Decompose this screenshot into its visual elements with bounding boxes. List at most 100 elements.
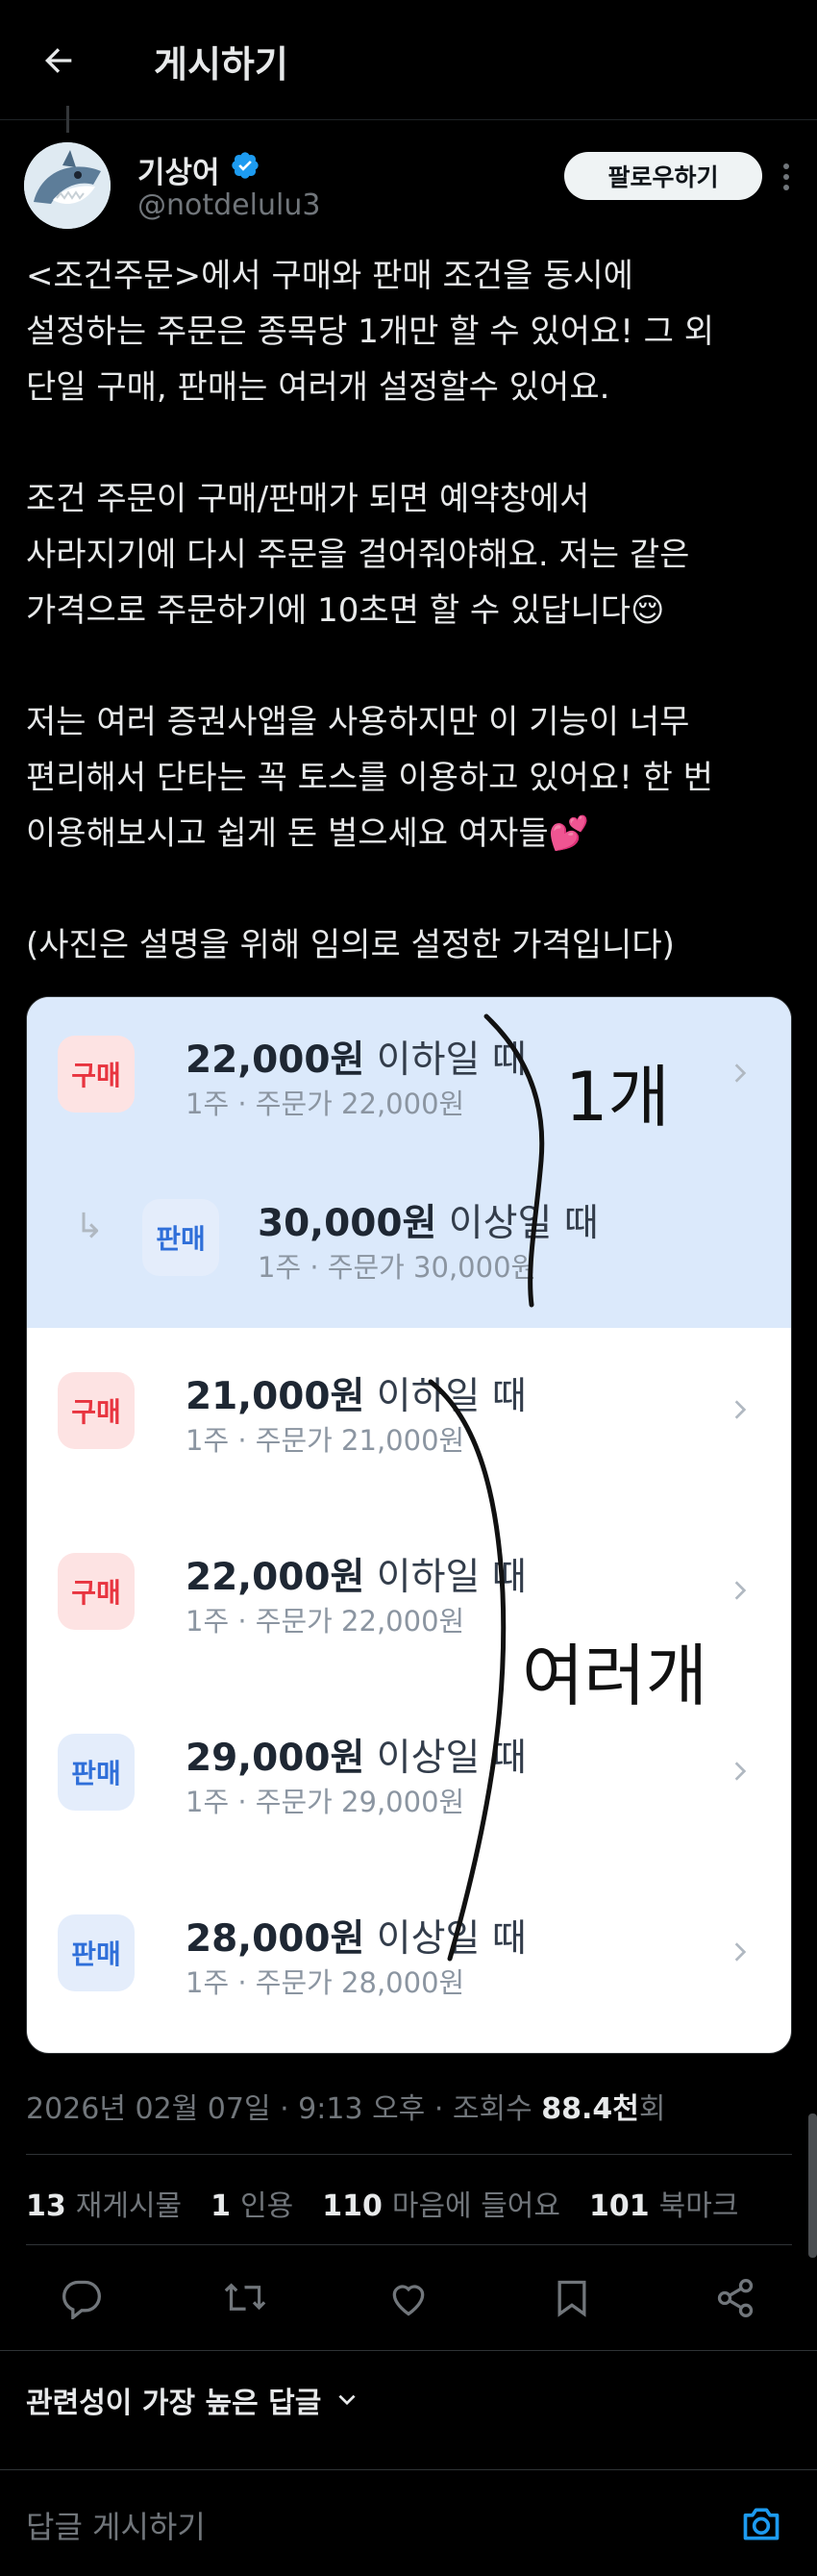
order-detail: 1주 · 주문가 29,000원 bbox=[186, 1786, 465, 1818]
repost-icon bbox=[224, 2283, 266, 2311]
chevron-right-icon bbox=[734, 1063, 747, 1083]
avatar[interactable] bbox=[24, 142, 111, 229]
order-price: 22,000원 bbox=[186, 1556, 365, 1599]
views-count: 88.4천 bbox=[541, 2092, 639, 2126]
order-condition-text: 이상일 때 bbox=[448, 1202, 599, 1245]
order-condition: 30,000원 이상일 때 bbox=[258, 1193, 599, 1247]
chevron-right-icon bbox=[734, 1400, 747, 1419]
stat-count: 1 bbox=[210, 2189, 232, 2223]
sell-badge: 판매 bbox=[58, 1734, 135, 1811]
post-image[interactable]: 구매 22,000원 이하일 때 1주 · 주문가 22,000원 ↳ 판매 3… bbox=[26, 996, 792, 2054]
post-line: 이용해보시고 쉽게 돈 벌으세요 여자들💕 bbox=[26, 814, 590, 853]
follow-button[interactable]: 팔로우하기 bbox=[564, 152, 762, 200]
action-bar bbox=[0, 2269, 817, 2327]
post-meta: 2026년 02월 07일 · 9:13 오후 · 조회수 88.4천회 bbox=[26, 2085, 665, 2127]
top-bar: 게시하기 bbox=[0, 0, 817, 120]
like-icon bbox=[392, 2285, 425, 2316]
order-row[interactable]: 판매 29,000원 이상일 때 1주 · 주문가 29,000원 bbox=[27, 1724, 791, 1868]
post-line: 설정하는 주문은 종목당 1개만 할 수 있어요! 그 외 bbox=[26, 313, 715, 351]
order-row[interactable]: 판매 28,000원 이상일 때 1주 · 주문가 28,000원 bbox=[27, 1905, 791, 2049]
reply-icon bbox=[62, 2280, 101, 2319]
buy-badge: 구매 bbox=[58, 1036, 135, 1113]
reply-button[interactable] bbox=[53, 2269, 111, 2327]
order-row[interactable]: ↳ 판매 30,000원 이상일 때 1주 · 주문가 30,000원 bbox=[27, 1189, 791, 1334]
order-condition-text: 이하일 때 bbox=[376, 1375, 527, 1418]
camera-icon bbox=[743, 2508, 780, 2540]
stat-likes[interactable]: 110 마음에 들어요 bbox=[322, 2182, 560, 2224]
order-detail: 1주 · 주문가 30,000원 bbox=[258, 1251, 537, 1284]
camera-button[interactable] bbox=[734, 2497, 788, 2551]
post-line: <조건주문>에서 구매와 판매 조건을 동시에 bbox=[26, 257, 633, 295]
post-line: 편리해서 단타는 꼭 토스를 이용하고 있어요! 한 번 bbox=[26, 759, 713, 797]
post-body: <조건주문>에서 구매와 판매 조건을 동시에 설정하는 주문은 종목당 1개만… bbox=[26, 248, 795, 973]
order-row[interactable]: 구매 21,000원 이하일 때 1주 · 주문가 21,000원 bbox=[27, 1363, 791, 1507]
order-row[interactable]: 구매 22,000원 이하일 때 1주 · 주문가 22,000원 bbox=[27, 1026, 791, 1170]
share-icon bbox=[717, 2279, 754, 2317]
order-condition: 28,000원 이상일 때 bbox=[186, 1909, 527, 1963]
post-line: 조건 주문이 구매/판매가 되면 예약창에서 bbox=[26, 480, 590, 518]
chevron-down-icon bbox=[338, 2394, 356, 2406]
stat-bookmarks[interactable]: 101 북마크 bbox=[589, 2182, 738, 2224]
stat-count: 13 bbox=[26, 2189, 66, 2223]
stat-reposts[interactable]: 13 재게시물 bbox=[26, 2182, 182, 2224]
share-button[interactable] bbox=[706, 2269, 764, 2327]
post-line: (사진은 설명을 위해 임의로 설정한 가격입니다) bbox=[26, 926, 675, 964]
post-line-gap bbox=[26, 638, 795, 694]
order-price: 30,000원 bbox=[258, 1202, 437, 1245]
divider bbox=[26, 2154, 792, 2155]
post-line-gap bbox=[26, 415, 795, 471]
stat-label: 북마크 bbox=[658, 2189, 739, 2223]
order-detail: 1주 · 주문가 21,000원 bbox=[186, 1424, 465, 1457]
reply-input[interactable]: 답글 게시하기 bbox=[26, 2503, 206, 2547]
views-label: 조회수 bbox=[452, 2092, 542, 2126]
stat-quotes[interactable]: 1 인용 bbox=[210, 2182, 293, 2224]
divider bbox=[0, 2350, 817, 2351]
order-condition-text: 이상일 때 bbox=[376, 1737, 527, 1780]
linked-arrow-icon: ↳ bbox=[75, 1207, 105, 1246]
order-condition-text: 이하일 때 bbox=[376, 1556, 527, 1599]
author-name[interactable]: 기상어 bbox=[137, 148, 220, 191]
post-line: 가격으로 주문하기에 10초면 할 수 있답니다😌 bbox=[26, 591, 665, 630]
sell-badge: 판매 bbox=[58, 1914, 135, 1991]
order-price: 22,000원 bbox=[186, 1038, 365, 1082]
stat-count: 101 bbox=[589, 2189, 650, 2223]
divider bbox=[26, 2244, 792, 2245]
order-row[interactable]: 구매 22,000원 이하일 때 1주 · 주문가 22,000원 bbox=[27, 1543, 791, 1688]
like-button[interactable] bbox=[380, 2269, 437, 2327]
chevron-right-icon bbox=[734, 1762, 747, 1781]
thread-connector-line bbox=[66, 106, 69, 133]
back-button[interactable] bbox=[37, 38, 81, 83]
page-title: 게시하기 bbox=[154, 43, 288, 86]
stat-count: 110 bbox=[322, 2189, 383, 2223]
shark-avatar-icon bbox=[24, 142, 111, 229]
verified-badge-icon bbox=[232, 152, 259, 179]
repost-button[interactable] bbox=[216, 2269, 274, 2327]
order-detail: 1주 · 주문가 22,000원 bbox=[186, 1088, 465, 1120]
order-detail: 1주 · 주문가 28,000원 bbox=[186, 1966, 465, 1999]
chevron-right-icon bbox=[734, 1581, 747, 1600]
scrollbar[interactable] bbox=[808, 2113, 817, 2258]
author-handle[interactable]: @notdelulu3 bbox=[137, 188, 320, 222]
order-condition: 29,000원 이상일 때 bbox=[186, 1728, 527, 1782]
post-line: 저는 여러 증권사앱을 사용하지만 이 기능이 너무 bbox=[26, 703, 690, 741]
post-line-gap bbox=[26, 862, 795, 917]
author-header: 기상어 @notdelulu3 팔로우하기 bbox=[24, 142, 793, 238]
bookmark-button[interactable] bbox=[543, 2269, 601, 2327]
more-vertical-icon[interactable] bbox=[772, 156, 801, 198]
order-price: 28,000원 bbox=[186, 1917, 365, 1961]
stat-label: 마음에 들어요 bbox=[391, 2189, 560, 2223]
post-line: 사라지기에 다시 주문을 걸어줘야해요. 저는 같은 bbox=[26, 536, 690, 574]
order-condition: 21,000원 이하일 때 bbox=[186, 1366, 527, 1420]
stat-label: 재게시물 bbox=[75, 2189, 183, 2223]
order-price: 29,000원 bbox=[186, 1737, 365, 1780]
bookmark-icon bbox=[557, 2280, 586, 2317]
reply-composer: 답글 게시하기 bbox=[0, 2469, 817, 2576]
order-condition-text: 이하일 때 bbox=[376, 1038, 527, 1082]
buy-badge: 구매 bbox=[58, 1553, 135, 1630]
post-datetime[interactable]: 2026년 02월 07일 · 9:13 오후 · bbox=[26, 2092, 453, 2126]
engagement-stats: 13 재게시물 1 인용 110 마음에 들어요 101 북마크 bbox=[26, 2182, 738, 2224]
order-detail: 1주 · 주문가 22,000원 bbox=[186, 1605, 465, 1638]
order-condition: 22,000원 이하일 때 bbox=[186, 1030, 527, 1084]
post-line: 단일 구매, 판매는 여러개 설정할수 있어요. bbox=[26, 368, 610, 407]
reply-sort-dropdown[interactable]: 관련성이 가장 높은 답글 bbox=[26, 2379, 359, 2421]
